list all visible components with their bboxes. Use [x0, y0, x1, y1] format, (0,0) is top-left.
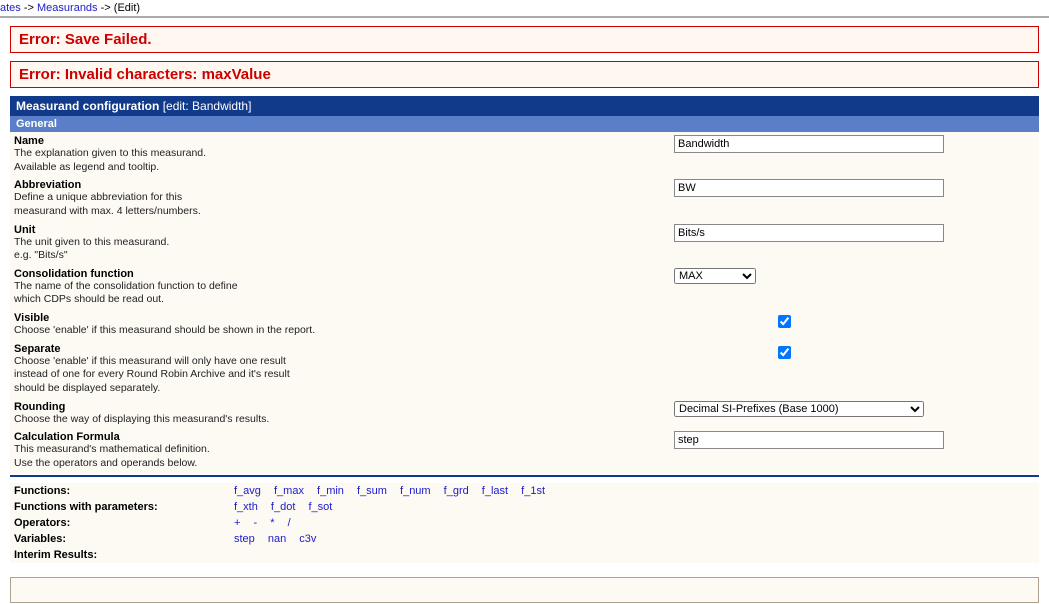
token-nan[interactable]: nan	[268, 533, 286, 545]
row-separate: Separate Choose 'enable' if this measura…	[10, 340, 1039, 398]
measurand-config-panel: Measurand configuration [edit: Bandwidth…	[10, 96, 1039, 563]
variables-list: step nan c3v	[234, 533, 326, 545]
token-minus[interactable]: -	[254, 517, 258, 529]
label-consolidation: Consolidation function	[14, 268, 674, 280]
desc-unit: The unit given to this measurand.	[14, 236, 674, 250]
breadcrumb: ates -> Measurands -> (Edit)	[0, 0, 1049, 16]
functions-params-list: f_xth f_dot f_sot	[234, 501, 342, 513]
error-save-failed: Error: Save Failed.	[10, 26, 1039, 53]
desc-rounding: Choose the way of displaying this measur…	[14, 413, 674, 427]
input-unit[interactable]	[674, 224, 944, 242]
desc-separate: instead of one for every Round Robin Arc…	[14, 368, 674, 382]
token-step[interactable]: step	[234, 533, 255, 545]
row-name: Name The explanation given to this measu…	[10, 132, 1039, 176]
section-general: General	[10, 116, 1039, 132]
input-name[interactable]	[674, 135, 944, 153]
desc-unit: e.g. "Bits/s"	[14, 249, 674, 263]
token-f-xth[interactable]: f_xth	[234, 501, 258, 513]
desc-abbreviation: Define a unique abbreviation for this	[14, 191, 674, 205]
label-functions-params: Functions with parameters:	[14, 501, 234, 513]
label-name: Name	[14, 135, 674, 147]
desc-visible: Choose 'enable' if this measurand should…	[14, 324, 674, 338]
row-abbreviation: Abbreviation Define a unique abbreviatio…	[10, 176, 1039, 220]
panel-title: Measurand configuration	[16, 99, 159, 113]
token-star[interactable]: *	[270, 517, 274, 529]
token-slash[interactable]: /	[288, 517, 291, 529]
desc-separate: Choose 'enable' if this measurand will o…	[14, 355, 674, 369]
label-interim-results: Interim Results:	[14, 549, 234, 561]
row-visible: Visible Choose 'enable' if this measuran…	[10, 309, 1039, 340]
label-operators: Operators:	[14, 517, 234, 529]
token-f-1st[interactable]: f_1st	[521, 485, 545, 497]
desc-consolidation: The name of the consolidation function t…	[14, 280, 674, 294]
footer-box	[10, 577, 1039, 603]
token-f-max[interactable]: f_max	[274, 485, 304, 497]
desc-name: The explanation given to this measurand.	[14, 147, 674, 161]
desc-consolidation: which CDPs should be read out.	[14, 293, 674, 307]
label-variables: Variables:	[14, 533, 234, 545]
row-formula: Calculation Formula This measurand's mat…	[10, 428, 1039, 472]
token-f-min[interactable]: f_min	[317, 485, 344, 497]
breadcrumb-link-templates[interactable]: ates	[0, 2, 21, 14]
reference-table: Functions: f_avg f_max f_min f_sum f_num…	[10, 483, 1039, 563]
label-separate: Separate	[14, 343, 674, 355]
desc-abbreviation: measurand with max. 4 letters/numbers.	[14, 205, 674, 219]
row-unit: Unit The unit given to this measurand. e…	[10, 221, 1039, 265]
desc-formula: Use the operators and operands below.	[14, 457, 674, 471]
token-f-sum[interactable]: f_sum	[357, 485, 387, 497]
label-formula: Calculation Formula	[14, 431, 674, 443]
token-c3v[interactable]: c3v	[299, 533, 316, 545]
desc-separate: should be displayed separately.	[14, 382, 674, 396]
desc-name: Available as legend and tooltip.	[14, 161, 674, 175]
label-abbreviation: Abbreviation	[14, 179, 674, 191]
divider	[0, 16, 1049, 18]
token-f-last[interactable]: f_last	[482, 485, 508, 497]
divider-blue	[10, 475, 1039, 477]
token-f-num[interactable]: f_num	[400, 485, 431, 497]
breadcrumb-sep: ->	[101, 2, 114, 14]
row-consolidation: Consolidation function The name of the c…	[10, 265, 1039, 309]
token-f-sot[interactable]: f_sot	[308, 501, 332, 513]
label-functions: Functions:	[14, 485, 234, 497]
breadcrumb-current: (Edit)	[114, 2, 140, 14]
label-unit: Unit	[14, 224, 674, 236]
label-rounding: Rounding	[14, 401, 674, 413]
input-formula[interactable]	[674, 431, 944, 449]
desc-formula: This measurand's mathematical definition…	[14, 443, 674, 457]
checkbox-separate[interactable]	[778, 346, 791, 359]
checkbox-visible[interactable]	[778, 315, 791, 328]
panel-context: [edit: Bandwidth]	[163, 99, 252, 113]
functions-list: f_avg f_max f_min f_sum f_num f_grd f_la…	[234, 485, 555, 497]
error-invalid-characters: Error: Invalid characters: maxValue	[10, 61, 1039, 88]
token-plus[interactable]: +	[234, 517, 240, 529]
panel-header: Measurand configuration [edit: Bandwidth…	[10, 96, 1039, 116]
token-f-dot[interactable]: f_dot	[271, 501, 295, 513]
token-f-grd[interactable]: f_grd	[444, 485, 469, 497]
row-rounding: Rounding Choose the way of displaying th…	[10, 398, 1039, 429]
select-consolidation[interactable]: MAX	[674, 268, 756, 284]
token-f-avg[interactable]: f_avg	[234, 485, 261, 497]
input-abbreviation[interactable]	[674, 179, 944, 197]
operators-list: + - * /	[234, 517, 301, 529]
select-rounding[interactable]: Decimal SI-Prefixes (Base 1000)	[674, 401, 924, 417]
label-visible: Visible	[14, 312, 674, 324]
breadcrumb-sep: ->	[24, 2, 37, 14]
breadcrumb-link-measurands[interactable]: Measurands	[37, 2, 98, 14]
